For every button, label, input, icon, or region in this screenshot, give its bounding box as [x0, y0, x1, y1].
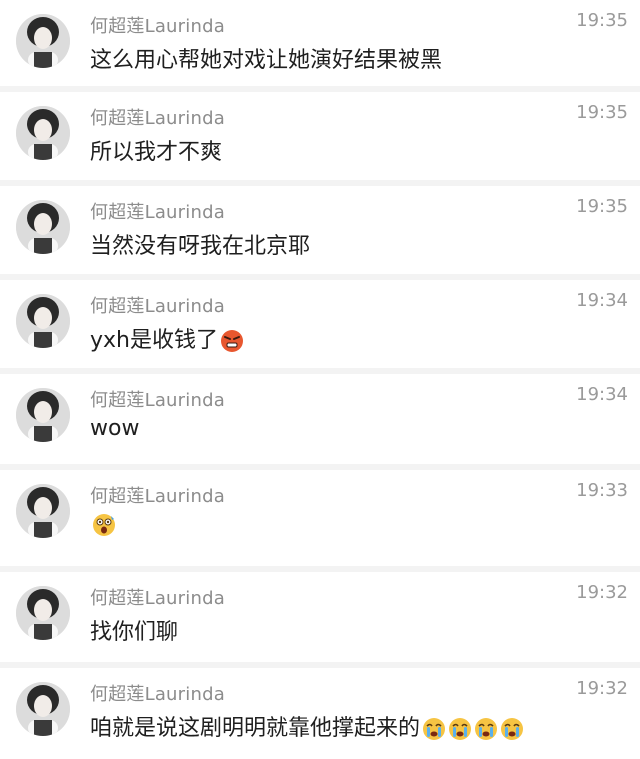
avatar[interactable] — [16, 586, 70, 640]
sender-name: 何超莲Laurinda — [90, 390, 225, 411]
message-item[interactable]: 何超莲Laurinda 19:35 这么用心帮她对戏让她演好结果被黑 — [0, 0, 640, 86]
message-time: 19:34 — [576, 384, 628, 405]
sender-name: 何超莲Laurinda — [90, 588, 225, 609]
message-item[interactable]: 何超莲Laurinda 19:33 — [0, 470, 640, 566]
avatar[interactable] — [16, 388, 70, 442]
sender-name: 何超莲Laurinda — [90, 202, 225, 223]
message-time: 19:32 — [576, 678, 628, 699]
message-text: wow — [90, 416, 140, 441]
sender-name: 何超莲Laurinda — [90, 684, 225, 705]
chat-message-list: 何超莲Laurinda 19:35 这么用心帮她对戏让她演好结果被黑 何超莲La… — [0, 0, 640, 759]
crying-face-emoji — [422, 717, 446, 741]
message-text: 这么用心帮她对戏让她演好结果被黑 — [90, 48, 443, 73]
angry-face-emoji — [220, 329, 244, 353]
message-item[interactable]: 何超莲Laurinda 19:35 当然没有呀我在北京耶 — [0, 186, 640, 274]
message-content: yxh是收钱了 — [90, 322, 244, 354]
message-text: 当然没有呀我在北京耶 — [90, 234, 311, 259]
message-time: 19:33 — [576, 480, 628, 501]
crying-face-emoji — [448, 717, 472, 741]
avatar[interactable] — [16, 14, 70, 68]
message-item[interactable]: 何超莲Laurinda 19:32 咱就是说这剧明明就靠他撑起来的 — [0, 668, 640, 759]
message-text: 咱就是说这剧明明就靠他撑起来的 — [90, 716, 421, 741]
crying-face-emoji — [474, 717, 498, 741]
message-item[interactable]: 何超莲Laurinda 19:34 yxh是收钱了 — [0, 280, 640, 368]
message-content: 咱就是说这剧明明就靠他撑起来的 — [90, 710, 524, 742]
avatar[interactable] — [16, 484, 70, 538]
shocked-face-emoji — [92, 513, 116, 537]
sender-name: 何超莲Laurinda — [90, 296, 225, 317]
message-time: 19:35 — [576, 10, 628, 31]
sender-name: 何超莲Laurinda — [90, 108, 225, 129]
sender-name: 何超莲Laurinda — [90, 16, 225, 37]
sender-name: 何超莲Laurinda — [90, 486, 225, 507]
message-item[interactable]: 何超莲Laurinda 19:34 wow — [0, 374, 640, 464]
message-text: yxh是收钱了 — [90, 328, 218, 353]
message-time: 19:34 — [576, 290, 628, 311]
message-item[interactable]: 何超莲Laurinda 19:35 所以我才不爽 — [0, 92, 640, 180]
crying-face-emoji — [500, 717, 524, 741]
message-time: 19:32 — [576, 582, 628, 603]
message-content — [90, 512, 116, 537]
message-time: 19:35 — [576, 196, 628, 217]
message-text: 所以我才不爽 — [90, 140, 223, 165]
avatar[interactable] — [16, 200, 70, 254]
avatar[interactable] — [16, 106, 70, 160]
message-item[interactable]: 何超莲Laurinda 19:32 找你们聊 — [0, 572, 640, 662]
message-text: 找你们聊 — [90, 620, 179, 645]
avatar[interactable] — [16, 294, 70, 348]
avatar[interactable] — [16, 682, 70, 736]
message-time: 19:35 — [576, 102, 628, 123]
